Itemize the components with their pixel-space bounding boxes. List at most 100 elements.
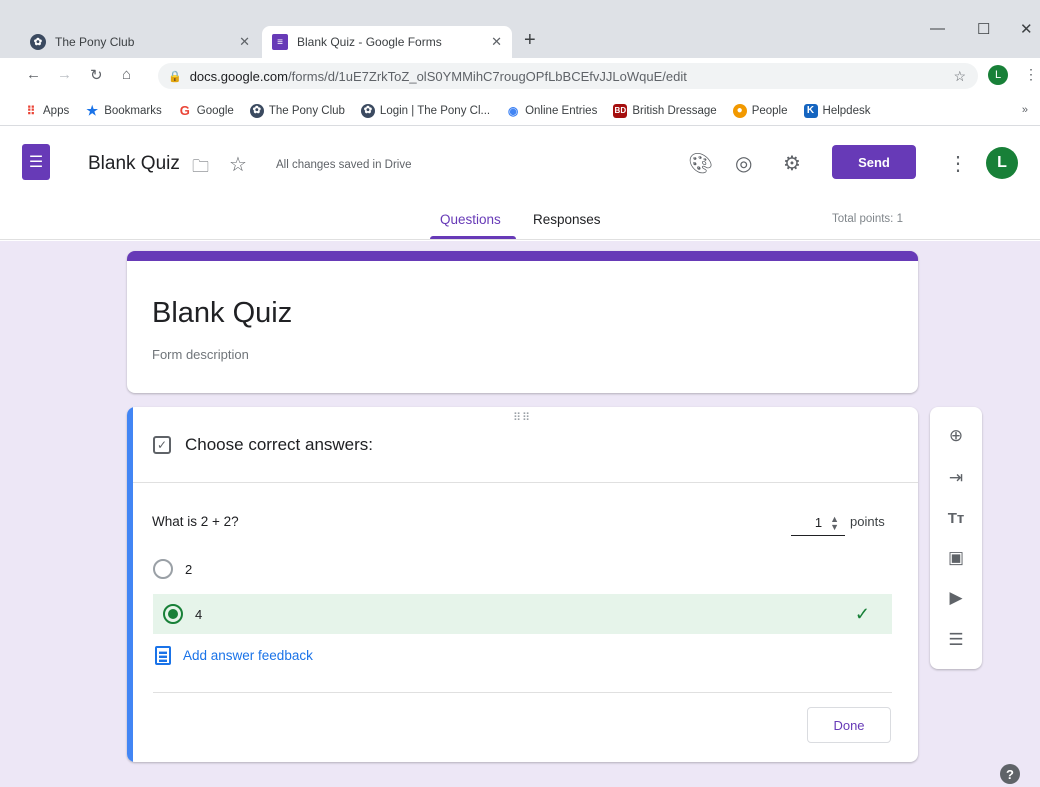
bookmark-label: The Pony Club — [268, 104, 345, 117]
bookmark-label: Helpdesk — [822, 104, 871, 117]
answer-option[interactable]: 2 — [153, 549, 192, 589]
preview-eye-icon[interactable]: ◎ — [735, 151, 752, 176]
url-host: docs.google.com — [189, 68, 288, 84]
feedback-link-label: Add answer feedback — [183, 648, 313, 663]
url-path: /forms/d/1uE7ZrkToZ_olS0YMMihC7rougOPfLb… — [287, 68, 687, 84]
pony-club-favicon: ✿ — [360, 103, 375, 118]
palette-icon[interactable]: 🎨︎ — [688, 151, 713, 176]
answer-key-heading: ✓ Choose correct answers: — [153, 435, 373, 455]
option-label: 2 — [185, 561, 193, 577]
answer-key-heading-text: Choose correct answers: — [185, 435, 374, 454]
divider — [153, 692, 892, 693]
bookmark-people[interactable]: ● People — [732, 103, 788, 118]
bookmark-google[interactable]: G Google — [178, 103, 234, 118]
answer-option-correct[interactable]: 4 ✓ — [153, 594, 892, 634]
tab-title: Blank Quiz - Google Forms — [297, 35, 442, 49]
total-points: Total points: 1 — [832, 213, 903, 225]
tab-title: The Pony Club — [55, 35, 135, 49]
done-button[interactable]: Done — [807, 707, 891, 743]
bookmark-label: Bookmarks — [104, 104, 162, 117]
window-close-icon[interactable]: ✕ — [1020, 20, 1033, 38]
apps-grid-icon: ⠿ — [26, 103, 36, 118]
add-section-icon[interactable]: ☰ — [944, 628, 968, 652]
question-text: What is 2 + 2? — [152, 514, 239, 529]
google-g-icon: G — [179, 103, 190, 118]
account-avatar[interactable]: L — [986, 147, 1018, 179]
points-input[interactable]: 1 ▲ ▼ — [791, 510, 845, 536]
feedback-document-icon: ▬ ▬ ▬ — [155, 646, 171, 665]
browser-menu-icon[interactable]: ⋮ — [1024, 66, 1038, 83]
correct-check-icon: ✓ — [854, 603, 870, 624]
bookmarks-bar: ⠿ Apps ★ Bookmarks G Google ✿ The Pony C… — [0, 96, 1040, 126]
form-name[interactable]: Blank Quiz — [88, 153, 180, 175]
bookmark-label: Login | The Pony Cl... — [379, 104, 491, 117]
new-tab-button[interactable]: + — [524, 29, 536, 52]
bookmark-label: Google — [196, 104, 234, 117]
add-video-icon[interactable]: ▶ — [944, 586, 968, 610]
google-forms-favicon: ≡ — [272, 34, 288, 50]
helpdesk-k-icon: K — [803, 103, 818, 118]
radio-checked-icon[interactable] — [163, 604, 183, 624]
form-title-card[interactable]: Blank Quiz Form description — [127, 251, 918, 393]
bookmark-label: Online Entries — [525, 104, 598, 117]
add-title-icon[interactable]: Tт — [944, 506, 968, 530]
question-card[interactable]: ⠿⠿ ✓ Choose correct answers: What is 2 +… — [127, 407, 918, 762]
forms-header: ☰ Blank Quiz 🗀 ☆ All changes saved in Dr… — [0, 127, 1040, 240]
tab-responses[interactable]: Responses — [533, 212, 601, 227]
radio-unchecked-icon[interactable] — [153, 559, 173, 579]
active-tab-indicator — [430, 236, 516, 239]
close-icon[interactable]: ✕ — [491, 34, 502, 50]
active-card-indicator — [127, 407, 133, 762]
globe-icon: ◉ — [507, 103, 519, 118]
bookmarks-overflow-icon[interactable]: » — [1022, 104, 1028, 116]
bookmark-label: British Dressage — [632, 104, 717, 117]
star-outline-icon[interactable]: ☆ — [229, 152, 247, 177]
maximize-icon[interactable]: ☐ — [977, 20, 990, 38]
more-options-icon[interactable]: ⋮ — [948, 151, 968, 176]
back-icon[interactable]: ← — [26, 66, 41, 83]
points-value: 1 — [814, 515, 823, 530]
settings-gear-icon[interactable]: ⚙ — [783, 151, 801, 176]
browser-tab-strip: ✿ The Pony Club ✕ ≡ Blank Quiz - Google … — [0, 0, 1040, 58]
help-icon[interactable]: ? — [1000, 764, 1020, 784]
browser-tab-google-forms[interactable]: ≡ Blank Quiz - Google Forms ✕ — [262, 26, 512, 58]
browser-tab-pony-club[interactable]: ✿ The Pony Club ✕ — [20, 26, 260, 58]
bookmark-british-dressage[interactable]: BD British Dressage — [613, 103, 717, 118]
forward-icon[interactable]: → — [57, 66, 72, 83]
pony-club-favicon: ✿ — [249, 103, 264, 118]
home-icon[interactable]: ⌂ — [122, 66, 131, 83]
bd-favicon: BD — [613, 103, 628, 118]
browser-profile-avatar[interactable]: L — [988, 65, 1008, 85]
people-icon: ● — [732, 103, 747, 118]
minimize-icon[interactable]: — — [930, 20, 945, 37]
google-forms-logo-icon[interactable]: ☰ — [22, 144, 50, 180]
question-toolbar: ⊕ ⇥ Tт ▣ ▶ ☰ — [930, 407, 982, 669]
folder-icon[interactable]: 🗀 — [192, 154, 209, 183]
bookmark-the-pony-club[interactable]: ✿ The Pony Club — [249, 103, 345, 118]
points-label: points — [850, 514, 885, 529]
points-stepper-icon[interactable]: ▲ ▼ — [830, 514, 839, 531]
bookmark-bookmarks[interactable]: ★ Bookmarks — [85, 102, 162, 118]
send-button[interactable]: Send — [832, 145, 916, 179]
tab-questions[interactable]: Questions — [440, 212, 501, 227]
bookmark-login-pony-club[interactable]: ✿ Login | The Pony Cl... — [360, 103, 491, 118]
checkbox-checked-icon: ✓ — [153, 436, 171, 454]
url-input[interactable]: 🔒 docs.google.com /forms/d/1uE7ZrkToZ_ol… — [158, 63, 978, 89]
add-question-icon[interactable]: ⊕ — [944, 424, 968, 448]
add-answer-feedback-link[interactable]: ▬ ▬ ▬ Add answer feedback — [155, 646, 313, 665]
bookmark-apps[interactable]: ⠿ Apps — [24, 103, 70, 118]
bookmark-star-icon[interactable]: ☆ — [953, 68, 966, 85]
star-icon: ★ — [86, 102, 99, 118]
close-icon[interactable]: ✕ — [239, 34, 250, 50]
import-questions-icon[interactable]: ⇥ — [944, 466, 968, 490]
add-image-icon[interactable]: ▣ — [944, 546, 968, 570]
bookmark-helpdesk[interactable]: K Helpdesk — [803, 103, 871, 118]
pony-club-favicon: ✿ — [30, 34, 46, 50]
bookmark-online-entries[interactable]: ◉ Online Entries — [506, 104, 597, 118]
form-title[interactable]: Blank Quiz — [152, 297, 292, 330]
option-label: 4 — [195, 606, 203, 622]
form-description-field[interactable]: Form description — [152, 347, 249, 362]
reload-icon[interactable]: ↻ — [90, 66, 103, 84]
drag-handle-icon[interactable]: ⠿⠿ — [513, 411, 531, 424]
bookmark-label: People — [751, 104, 788, 117]
